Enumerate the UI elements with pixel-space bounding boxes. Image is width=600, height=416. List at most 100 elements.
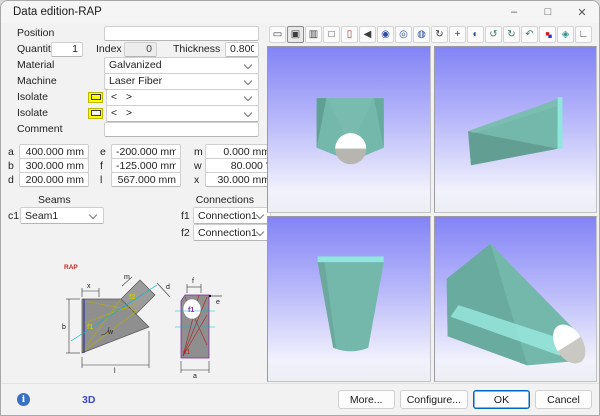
selection-window-icon[interactable]: □ [323,26,340,43]
diagram-c1-label: c1 [183,349,191,356]
seams-header: Seams [38,194,71,206]
isolate2-color-swatch[interactable] [88,108,103,119]
configure-button[interactable]: Configure... [400,390,468,409]
dialog-footer: i 3D More... Configure... OK Cancel [1,383,599,415]
cylinder-view-icon[interactable]: ▯ [341,26,358,43]
refresh-view-icon[interactable]: ↻ [431,26,448,43]
isolate1-select[interactable]: < > [106,89,259,106]
quantity-label: Quantity [17,43,51,55]
diagram-f1-label: f1 [87,324,93,331]
pan-view-icon[interactable]: + [449,26,466,43]
zoom-selection-icon[interactable]: ◐ [467,26,484,43]
diagram-f1-round-label: f1 [188,307,194,314]
diagram-a-label: a [193,373,197,380]
view-toolbar: ▭ ▣ ▥ □ ▯ ◀ ◉ ◎ ◍ ↻ + ◐ ↺ ↻ ↶ ■ ◈ ∟ [265,23,599,45]
zoom-out-icon[interactable]: ◍ [413,26,430,43]
dimensions-grid: a e m b f w d [8,145,259,186]
chevron-down-icon [257,212,264,219]
view-shaded-icon[interactable]: ▣ [287,26,304,43]
dim-f-input[interactable] [111,158,181,173]
viewport-bottom[interactable] [267,216,431,383]
viewport-isometric[interactable] [434,216,598,383]
info-icon[interactable]: i [17,393,30,406]
titlebar[interactable]: Data edition-RAP – □ ✕ [1,1,599,23]
dim-a-label: a [8,146,19,158]
isometric-view-icon[interactable]: ◈ [557,26,574,43]
c1-value: Seam1 [25,210,90,222]
dim-l-label: l [100,174,111,186]
rotate-vertical-icon[interactable]: ↶ [521,26,538,43]
connection-f1-select[interactable]: Connection1 [193,207,271,224]
machine-value: Laser Fiber [109,75,245,87]
machine-select[interactable]: Laser Fiber [104,73,259,90]
zoom-window-icon[interactable]: ◎ [395,26,412,43]
render-colors-icon[interactable]: ■ [539,26,556,43]
diagram-title: RAP [64,264,78,271]
comment-label: Comment [17,123,104,135]
diagram-f-label: f [192,278,194,285]
isolate1-value: < > [111,91,245,103]
material-label: Material [17,59,104,71]
dim-b-label: b [8,160,19,172]
dim-w-label: w [194,160,205,172]
connection-f2-select[interactable]: Connection1 [193,224,271,241]
index-label: Index [96,43,124,55]
position-input[interactable] [104,26,259,41]
swatch-fill [91,110,101,116]
more-button[interactable]: More... [338,390,395,409]
f1-value: Connection1 [198,210,257,222]
diagram-f2-label: f2 [129,294,135,301]
dim-a-input[interactable] [19,144,89,159]
isolate1-color-swatch[interactable] [88,92,103,103]
f2-label: f2 [181,227,193,239]
view-wireframe-icon[interactable]: ▭ [269,26,286,43]
axes-view-icon[interactable]: ∟ [575,26,592,43]
viewport-side[interactable] [434,46,598,213]
chevron-down-icon [257,229,264,236]
isolate2-select[interactable]: < > [106,105,259,122]
machine-label: Machine [17,75,104,87]
data-edition-dialog: Data edition-RAP – □ ✕ Position Quantity… [0,0,600,416]
dim-f-label: f [100,160,111,172]
dim-d-input[interactable] [19,172,89,187]
diagram-e-label: e [216,299,220,306]
dim-x-label: x [194,174,205,186]
rotate-left-icon[interactable]: ↺ [485,26,502,43]
index-field [124,42,157,57]
zoom-in-icon[interactable]: ◉ [377,26,394,43]
comment-input[interactable] [104,122,259,137]
dialog-title: Data edition-RAP [1,6,497,18]
copy-view-icon[interactable]: ▥ [305,26,322,43]
dim-e-input[interactable] [111,144,181,159]
mode-3d-toggle[interactable]: 3D [82,394,95,406]
chevron-down-icon [245,62,252,69]
isolate2-value: < > [111,107,245,119]
orient-view-icon[interactable]: ◀ [359,26,376,43]
connections-header: Connections [196,194,254,206]
position-label: Position [17,27,104,39]
preview-panel: ▭ ▣ ▥ □ ▯ ◀ ◉ ◎ ◍ ↻ + ◐ ↺ ↻ ↶ ■ ◈ ∟ [265,23,599,384]
seam-c1-select[interactable]: Seam1 [20,207,104,224]
dim-e-label: e [100,146,111,158]
thickness-label: Thickness [173,43,225,55]
dim-b-input[interactable] [19,158,89,173]
dim-d-label: d [8,174,19,186]
thickness-input[interactable] [225,42,259,57]
maximize-button[interactable]: □ [531,1,565,23]
minimize-button[interactable]: – [497,1,531,23]
rotate-right-icon[interactable]: ↻ [503,26,520,43]
ok-button[interactable]: OK [473,390,530,409]
diagram-l-label: l [114,368,116,375]
chevron-down-icon [245,78,252,85]
diagram-w-label: w [107,329,114,336]
cancel-button[interactable]: Cancel [535,390,592,409]
dim-l-input[interactable] [111,172,181,187]
material-select[interactable]: Galvanized [104,57,259,74]
diagram-d-label: d [166,284,170,291]
quantity-input[interactable] [51,42,83,57]
diagram-b-label: b [62,324,66,331]
close-button[interactable]: ✕ [565,1,599,23]
viewport-front[interactable] [267,46,431,213]
dim-m-label: m [194,146,205,158]
diagram-m-label: m [124,274,130,281]
